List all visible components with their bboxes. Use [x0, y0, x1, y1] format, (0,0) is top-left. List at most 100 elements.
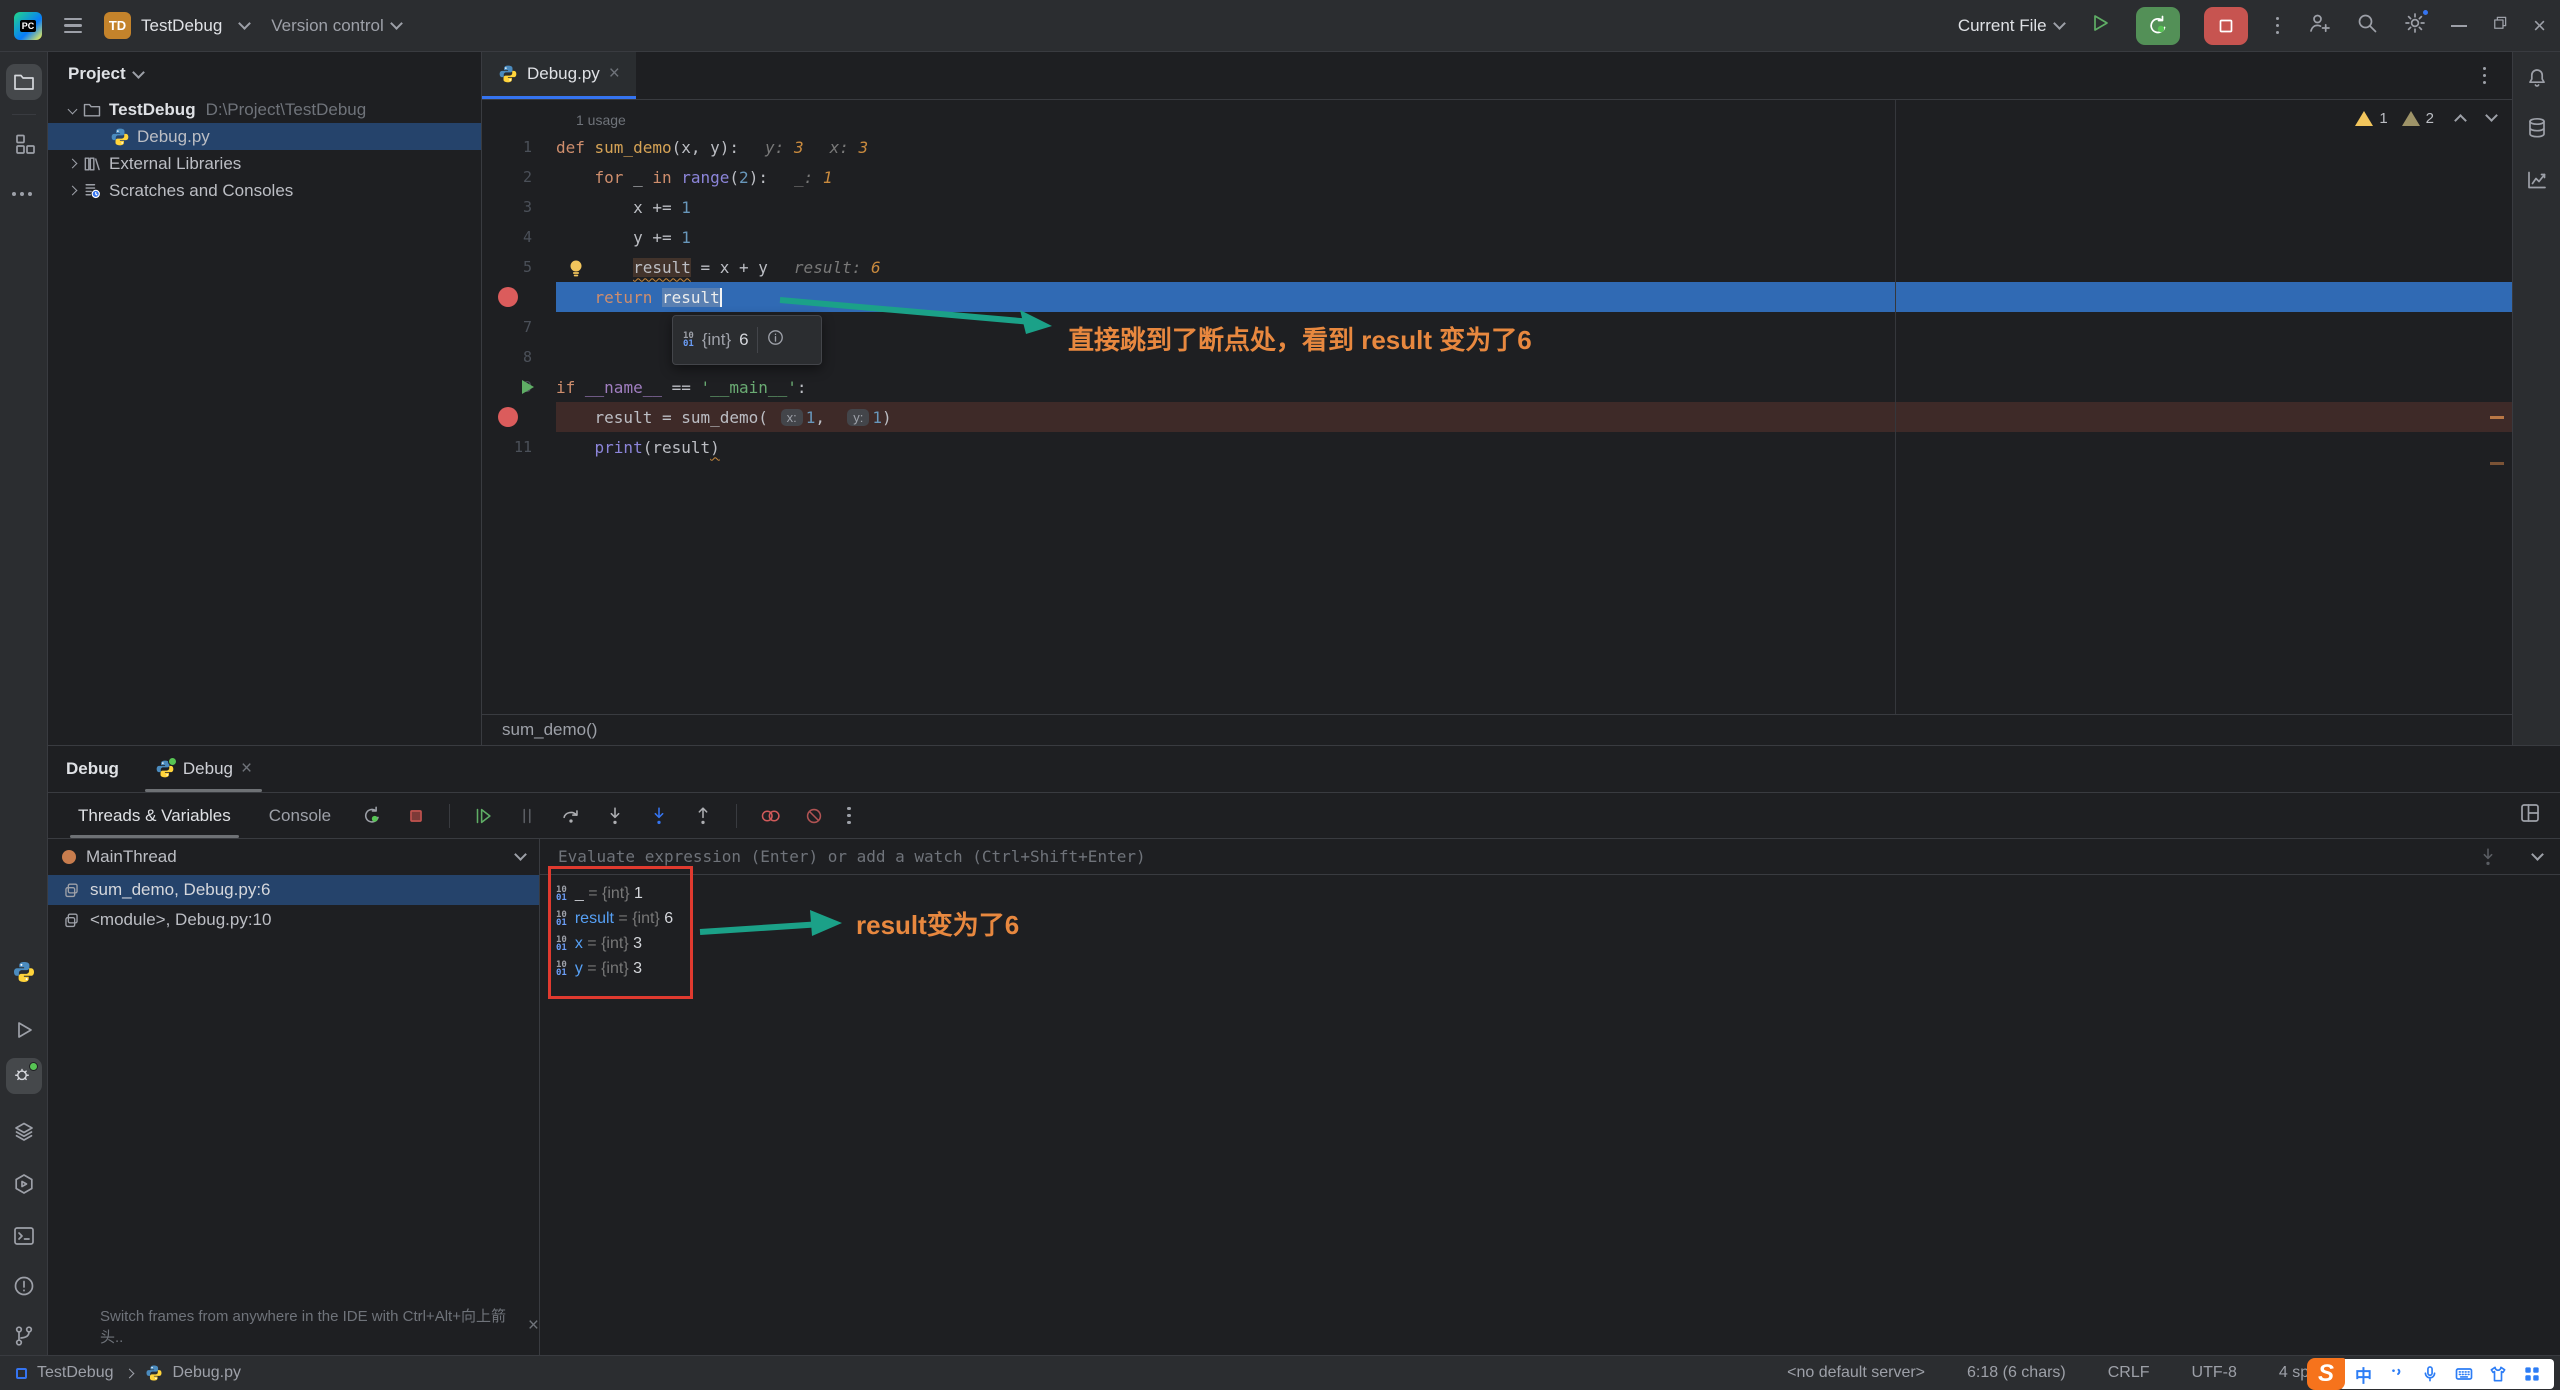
window-restore-button[interactable]	[2491, 14, 2509, 37]
line-number[interactable]: 1	[482, 132, 556, 162]
notifications-bell-icon[interactable]	[2525, 66, 2549, 90]
toolbar-more-icon[interactable]	[843, 803, 855, 829]
code-text[interactable]: result = x + y result: 6	[556, 252, 2512, 282]
tree-item-root[interactable]: TestDebug D:\Project\TestDebug	[48, 96, 481, 123]
step-out-icon[interactable]	[688, 801, 718, 831]
structure-tool-icon[interactable]	[12, 132, 36, 156]
usages-hint[interactable]: 1 usage	[482, 100, 2512, 132]
code-line-5[interactable]: 5 result = x + y result: 6	[482, 252, 2512, 282]
intention-bulb-icon[interactable]	[564, 256, 588, 280]
code-text[interactable]	[556, 342, 2512, 372]
code-text[interactable]: if __name__ == '__main__':	[556, 372, 2512, 402]
rerun-debug-button[interactable]	[2135, 6, 2180, 45]
debug-session-tab[interactable]: Debug ×	[144, 746, 263, 792]
tab-console[interactable]: Console	[257, 793, 343, 838]
problems-tool-icon[interactable]	[12, 1274, 36, 1298]
prev-problem-icon[interactable]	[2454, 114, 2467, 127]
line-number[interactable]: 7	[482, 312, 556, 342]
services-tool-icon[interactable]	[12, 1120, 36, 1144]
evaluate-expression-field[interactable]: Evaluate expression (Enter) or add a wat…	[540, 839, 2560, 875]
database-tool-icon[interactable]	[2525, 116, 2549, 140]
python-packages-tool-icon[interactable]	[12, 960, 36, 984]
code-editor[interactable]: 1 usage 1 def sum_demo (x, y): y: 3 x: 32 fo…	[482, 100, 2512, 714]
status-widget[interactable]: CRLF	[2108, 1364, 2150, 1382]
status-file[interactable]: Debug.py	[173, 1364, 242, 1382]
breadcrumbs-bar[interactable]: sum_demo()	[482, 714, 2512, 745]
search-everywhere-icon[interactable]	[2355, 11, 2379, 40]
code-text[interactable]: x += 1	[556, 192, 2512, 222]
editor-options-icon[interactable]	[2479, 63, 2491, 89]
code-line-9[interactable]: 9 if __name__ == '__main__':	[482, 372, 2512, 402]
ime-punctuation-icon[interactable]	[2386, 1364, 2406, 1384]
step-into-icon[interactable]	[600, 801, 630, 831]
tab-close-icon[interactable]: ×	[609, 63, 620, 85]
run-button[interactable]	[2088, 11, 2112, 40]
breakpoint-icon[interactable]	[498, 407, 518, 427]
layout-settings-icon[interactable]	[2518, 801, 2542, 830]
code-text[interactable]: print (result)	[556, 432, 2512, 462]
add-watch-icon[interactable]	[2477, 846, 2499, 868]
force-step-into-icon[interactable]	[644, 801, 674, 831]
breakpoint-icon[interactable]	[482, 282, 556, 312]
status-widget[interactable]: UTF-8	[2192, 1364, 2237, 1382]
project-panel-header[interactable]: Project	[48, 52, 481, 96]
ime-toolbox-icon[interactable]	[2522, 1364, 2542, 1384]
variable-row[interactable]: 10 01 y = {int} 3	[540, 956, 2560, 981]
line-number[interactable]: 8	[482, 342, 556, 372]
code-text[interactable]	[556, 312, 2512, 342]
status-widget[interactable]: <no default server>	[1787, 1364, 1925, 1382]
next-problem-icon[interactable]	[2485, 109, 2498, 122]
ime-skin-icon[interactable]	[2488, 1364, 2508, 1384]
chevron-down-icon[interactable]	[2531, 848, 2544, 861]
run-tool-icon[interactable]	[12, 1018, 36, 1042]
variable-row[interactable]: 10 01 result = {int} 6	[540, 906, 2560, 931]
stop-button[interactable]	[2203, 6, 2248, 45]
frame-row[interactable]: sum_demo, Debug.py:6	[48, 875, 539, 905]
line-number[interactable]: 3	[482, 192, 556, 222]
rerun-icon[interactable]	[357, 801, 387, 831]
info-icon[interactable]	[766, 328, 785, 352]
breakpoint-icon[interactable]	[482, 402, 556, 432]
inspections-widget[interactable]: 1 2	[2355, 109, 2498, 127]
line-number[interactable]: 5	[482, 252, 556, 282]
settings-gear-icon[interactable]	[2403, 8, 2431, 40]
tree-item-external-libraries[interactable]: External Libraries	[48, 150, 481, 177]
resume-icon[interactable]	[468, 801, 498, 831]
code-text[interactable]: return result	[556, 282, 2512, 312]
stop-icon[interactable]	[401, 801, 431, 831]
tab-debug-py[interactable]: Debug.py ×	[482, 52, 636, 99]
mute-breakpoints-icon[interactable]	[799, 801, 829, 831]
code-line-3[interactable]: 3 x += 1	[482, 192, 2512, 222]
window-close-button[interactable]: ×	[2533, 14, 2546, 37]
code-text[interactable]: for _ in range(2): _: 1	[556, 162, 2512, 192]
code-line-10[interactable]: result = sum_demo( x: 1, y: 1)	[482, 402, 2512, 432]
code-line-4[interactable]: 4 y += 1	[482, 222, 2512, 252]
code-line-1[interactable]: 1 def sum_demo (x, y): y: 3 x: 3	[482, 132, 2512, 162]
git-branch-icon[interactable]	[12, 1324, 36, 1348]
variable-row[interactable]: 10 01 x = {int} 3	[540, 931, 2560, 956]
tree-item-file-selected[interactable]: Debug.py	[48, 123, 481, 150]
line-number-with-run[interactable]: 9	[482, 372, 556, 402]
line-number[interactable]: 4	[482, 222, 556, 252]
line-number[interactable]: 11	[482, 432, 556, 462]
code-text[interactable]: y += 1	[556, 222, 2512, 252]
view-breakpoints-icon[interactable]	[755, 801, 785, 831]
ime-keyboard-icon[interactable]	[2454, 1364, 2474, 1384]
session-close-icon[interactable]: ×	[241, 758, 252, 780]
ime-language-toggle[interactable]: 中	[2355, 1362, 2372, 1387]
code-line-2[interactable]: 2 for _ in range(2): _: 1	[482, 162, 2512, 192]
thread-selector[interactable]: MainThread	[48, 839, 539, 875]
status-project[interactable]: TestDebug	[37, 1364, 114, 1382]
project-tool-button[interactable]	[6, 64, 42, 100]
code-text[interactable]: def sum_demo (x, y): y: 3 x: 3	[556, 132, 2512, 162]
main-menu-icon[interactable]	[64, 18, 82, 33]
more-actions-icon[interactable]	[2272, 13, 2284, 39]
run-configuration-selector[interactable]: Current File	[1958, 16, 2066, 36]
sogou-logo-icon[interactable]: S	[2307, 1358, 2345, 1390]
code-with-me-icon[interactable]	[2307, 11, 2331, 40]
ime-voice-icon[interactable]	[2420, 1364, 2440, 1384]
code-text[interactable]: result = sum_demo( x: 1, y: 1)	[556, 402, 2512, 432]
vcs-widget[interactable]: Version control	[271, 16, 403, 36]
more-tool-windows-icon[interactable]	[12, 192, 36, 216]
frame-row[interactable]: <module>, Debug.py:10	[48, 905, 539, 935]
